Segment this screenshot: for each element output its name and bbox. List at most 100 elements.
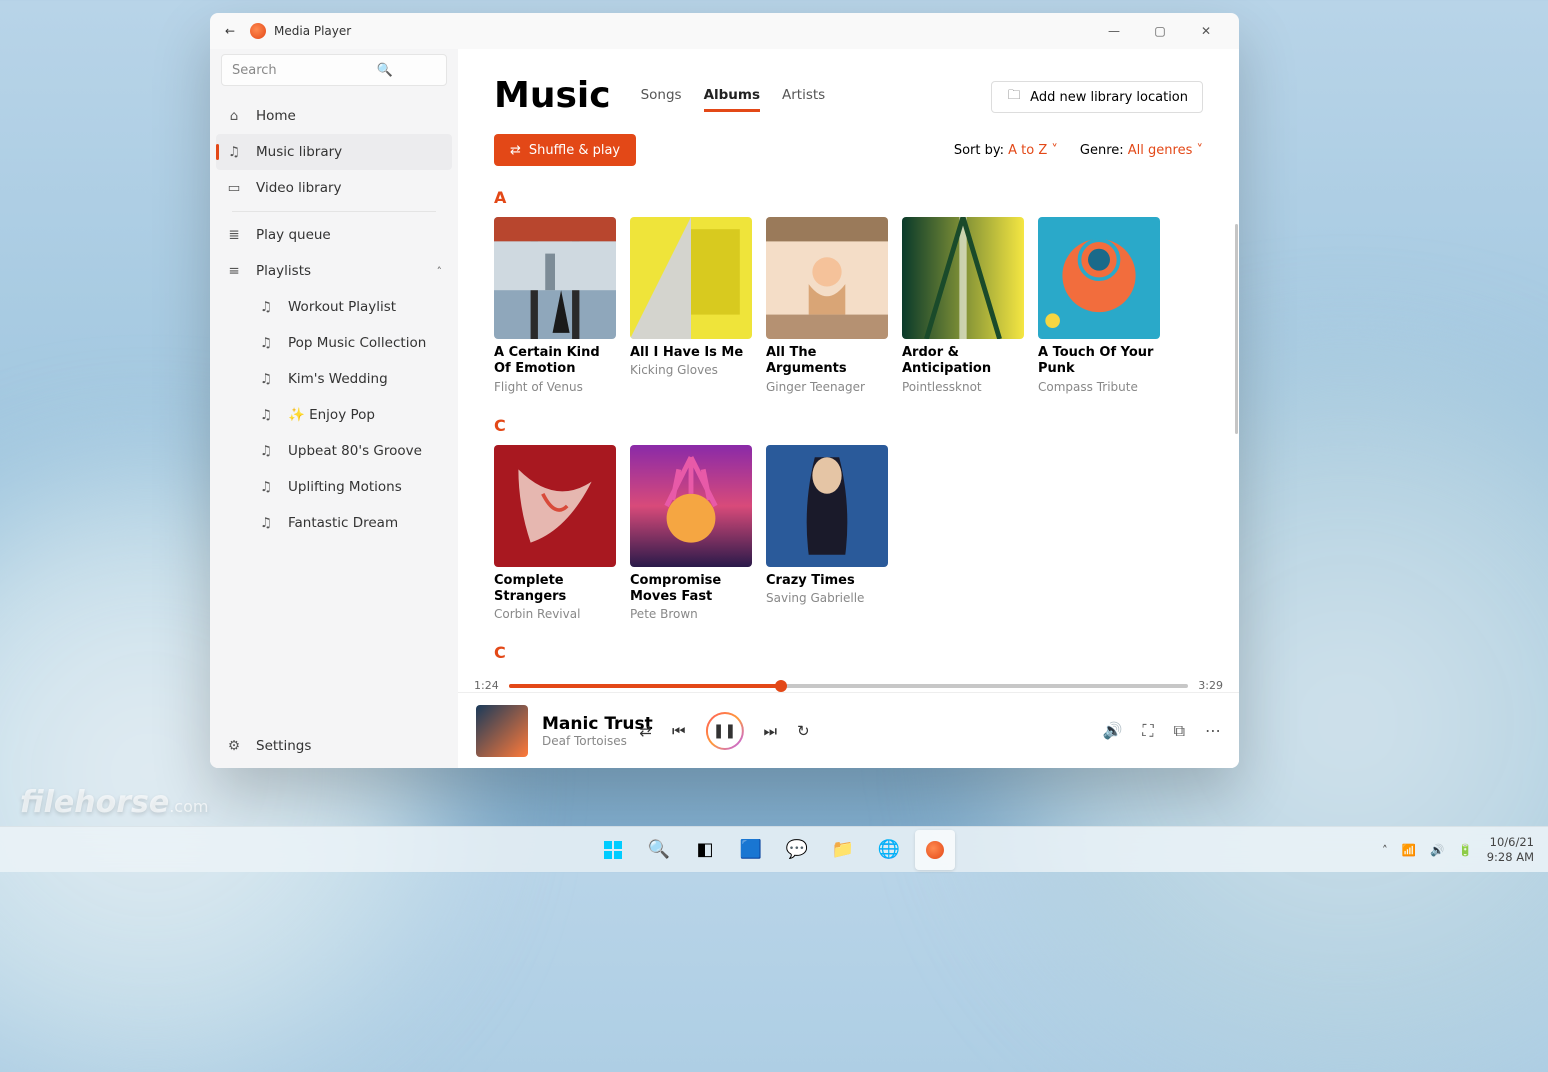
- sidebar-item-settings[interactable]: ⚙Settings: [216, 728, 452, 764]
- next-button[interactable]: ⏭: [764, 722, 778, 740]
- playlist-icon: ♫: [258, 299, 274, 315]
- playlist-item[interactable]: ♫Kim's Wedding: [248, 361, 452, 397]
- tray-clock[interactable]: 10/6/219:28 AM: [1487, 835, 1534, 864]
- taskbar-taskview[interactable]: ◧: [685, 830, 725, 870]
- album-cover: [494, 445, 616, 567]
- back-button[interactable]: ←: [220, 21, 240, 41]
- album-card[interactable]: A Touch Of Your Punk Compass Tribute: [1038, 217, 1160, 394]
- taskbar-explorer[interactable]: 📁: [823, 830, 863, 870]
- shuffle-play-button[interactable]: ⇄Shuffle & play: [494, 134, 636, 166]
- page-title: Music: [494, 75, 611, 116]
- shuffle-button[interactable]: ⇄: [639, 722, 652, 740]
- album-cover: [766, 445, 888, 567]
- minimize-button[interactable]: —: [1091, 16, 1137, 46]
- taskbar-widgets[interactable]: 🟦: [731, 830, 771, 870]
- playlist-item[interactable]: ♫Uplifting Motions: [248, 469, 452, 505]
- playlist-icon: ♫: [258, 479, 274, 495]
- add-library-button[interactable]: 🗀Add new library location: [991, 81, 1203, 113]
- album-card[interactable]: Ardor & AnticipationPointlessknot: [902, 217, 1024, 394]
- album-cover: [494, 217, 616, 339]
- album-card[interactable]: Compromise Moves FastPete Brown: [630, 445, 752, 622]
- volume-button[interactable]: 🔊: [1102, 721, 1122, 741]
- scrollbar[interactable]: [1235, 224, 1238, 434]
- queue-icon: ≣: [226, 227, 242, 243]
- album-artist: Kicking Gloves: [630, 363, 752, 377]
- album-artist: Saving Gabrielle: [766, 591, 888, 605]
- album-artist: Pointlessknot: [902, 380, 1024, 394]
- album-card[interactable]: A Certain Kind Of Emotion Flight of Venus: [494, 217, 616, 394]
- search-input[interactable]: Search 🔍: [221, 54, 447, 86]
- mediaplayer-icon: [926, 841, 944, 859]
- playlist-icon: ♫: [258, 335, 274, 351]
- chevron-up-icon: ˄: [437, 265, 443, 278]
- app-window: ← Media Player — ▢ ✕ Search 🔍 ⌂Home ♫Mus…: [210, 13, 1239, 768]
- progress-bar[interactable]: 1:24 3:29: [458, 677, 1239, 692]
- main-content: Music Songs Albums Artists 🗀Add new libr…: [458, 49, 1239, 768]
- playlist-item[interactable]: ♫Workout Playlist: [248, 289, 452, 325]
- fullscreen-button[interactable]: ⛶: [1142, 721, 1153, 741]
- tab-artists[interactable]: Artists: [782, 87, 825, 112]
- album-title: Compromise Moves Fast: [630, 573, 752, 606]
- taskbar-mediaplayer[interactable]: [915, 830, 955, 870]
- now-playing-cover[interactable]: [476, 705, 528, 757]
- now-playing-title: Manic Trust: [542, 714, 653, 734]
- genre-dropdown[interactable]: Genre: All genres ˅: [1080, 143, 1203, 158]
- section-letter[interactable]: C: [494, 416, 1203, 435]
- home-icon: ⌂: [226, 108, 242, 124]
- playlist-icon: ♫: [258, 371, 274, 387]
- close-button[interactable]: ✕: [1183, 16, 1229, 46]
- playlist-item[interactable]: ♫Fantastic Dream: [248, 505, 452, 541]
- sidebar-item-home[interactable]: ⌂Home: [216, 98, 452, 134]
- album-card[interactable]: All I Have Is MeKicking Gloves: [630, 217, 752, 394]
- repeat-button[interactable]: ↻: [797, 722, 810, 740]
- sidebar-item-music-library[interactable]: ♫Music library: [216, 134, 452, 170]
- album-artist: Ginger Teenager: [766, 380, 888, 394]
- taskbar-search[interactable]: 🔍: [639, 830, 679, 870]
- playlist-item[interactable]: ♫✨ Enjoy Pop: [248, 397, 452, 433]
- playlist-item[interactable]: ♫Pop Music Collection: [248, 325, 452, 361]
- tray-volume-icon[interactable]: 🔊: [1430, 843, 1444, 857]
- music-icon: ♫: [226, 144, 242, 160]
- tray-battery-icon[interactable]: 🔋: [1458, 843, 1472, 857]
- now-playing-artist: Deaf Tortoises: [542, 734, 653, 748]
- album-artist: Flight of Venus: [494, 380, 616, 394]
- album-artist: Pete Brown: [630, 607, 752, 621]
- duration-time: 3:29: [1198, 679, 1223, 692]
- playlist-item[interactable]: ♫Upbeat 80's Groove: [248, 433, 452, 469]
- album-card[interactable]: Crazy TimesSaving Gabrielle: [766, 445, 888, 622]
- more-button[interactable]: ⋯: [1205, 721, 1221, 741]
- shuffle-icon: ⇄: [510, 143, 521, 158]
- progress-thumb[interactable]: [775, 680, 787, 692]
- sidebar-item-playlists[interactable]: ≡Playlists˄: [216, 253, 452, 289]
- sidebar-item-video-library[interactable]: ▭Video library: [216, 170, 452, 206]
- playlist-icon: ♫: [258, 407, 274, 423]
- section-letter[interactable]: C: [494, 643, 1203, 662]
- sidebar-item-play-queue[interactable]: ≣Play queue: [216, 217, 452, 253]
- album-card[interactable]: All The ArgumentsGinger Teenager: [766, 217, 888, 394]
- playlist-icon: ♫: [258, 515, 274, 531]
- album-artist: Corbin Revival: [494, 607, 616, 621]
- tab-songs[interactable]: Songs: [641, 87, 682, 112]
- miniplayer-button[interactable]: ⧉: [1174, 721, 1185, 741]
- album-artist: Compass Tribute: [1038, 380, 1160, 394]
- search-icon: 🔍: [334, 62, 436, 78]
- sort-dropdown[interactable]: Sort by: A to Z ˅: [954, 143, 1058, 158]
- play-pause-button[interactable]: ❚❚: [706, 712, 744, 750]
- taskbar-chat[interactable]: 💬: [777, 830, 817, 870]
- tray-chevron[interactable]: ˄: [1382, 843, 1388, 857]
- maximize-button[interactable]: ▢: [1137, 16, 1183, 46]
- tray-wifi-icon[interactable]: 📶: [1402, 843, 1416, 857]
- album-title: A Touch Of Your Punk: [1038, 345, 1160, 378]
- album-title: A Certain Kind Of Emotion: [494, 345, 616, 378]
- sidebar: Search 🔍 ⌂Home ♫Music library ▭Video lib…: [210, 49, 458, 768]
- tab-albums[interactable]: Albums: [704, 87, 760, 112]
- previous-button[interactable]: ⏮: [672, 722, 686, 740]
- watermark: filehorse.com: [20, 785, 208, 820]
- album-cover: [630, 217, 752, 339]
- start-button[interactable]: [593, 830, 633, 870]
- section-letter[interactable]: A: [494, 188, 1203, 207]
- taskbar-edge[interactable]: 🌐: [869, 830, 909, 870]
- album-card[interactable]: Complete StrangersCorbin Revival: [494, 445, 616, 622]
- elapsed-time: 1:24: [474, 679, 499, 692]
- player-bar: Manic Trust Deaf Tortoises ⇄ ⏮ ❚❚ ⏭ ↻ 🔊 …: [458, 692, 1239, 768]
